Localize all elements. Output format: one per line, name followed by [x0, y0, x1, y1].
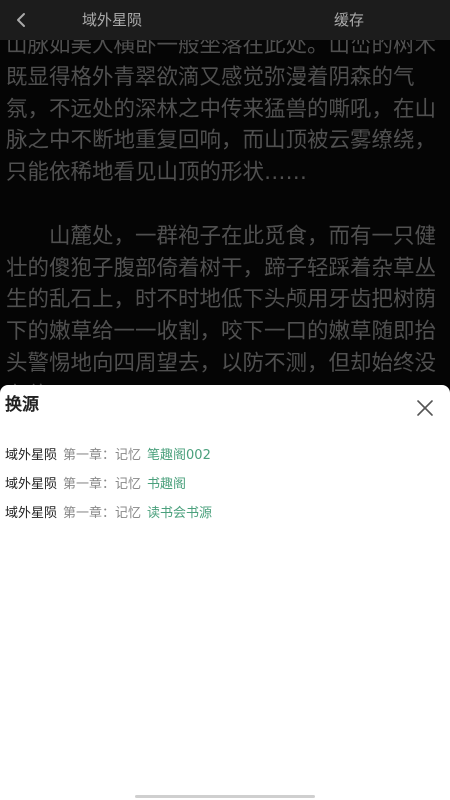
back-button[interactable]: [8, 6, 36, 34]
source-chapter: 第一章：记忆: [63, 506, 142, 521]
source-item[interactable]: 域外星陨 第一章：记忆 笔趣阁002: [5, 439, 445, 468]
paragraph: 山脉如美人横卧一般坐落在此处。山峦的树木既显得格外青翠欲滴又感觉弥漫着阴森的气氛…: [6, 40, 437, 186]
source-name: 笔趣阁002: [147, 448, 211, 463]
source-chapter: 第一章：记忆: [63, 477, 142, 492]
close-button[interactable]: [414, 397, 436, 419]
source-name: 读书会书源: [147, 506, 213, 521]
source-book-name: 域外星陨: [5, 506, 58, 521]
chevron-left-icon: [15, 11, 29, 29]
source-item[interactable]: 域外星陨 第一章：记忆 书趣阁: [5, 468, 445, 497]
sheet-title: 换源: [5, 395, 39, 415]
change-source-sheet: 换源 域外星陨 第一章：记忆 笔趣阁002 域外星陨 第一章：记忆 书趣阁 域外…: [0, 385, 450, 800]
reading-area[interactable]: 山脉如美人横卧一般坐落在此处。山峦的树木既显得格外青翠欲滴又感觉弥漫着阴森的气氛…: [0, 40, 450, 400]
source-book-name: 域外星陨: [5, 477, 58, 492]
source-list: 域外星陨 第一章：记忆 笔趣阁002 域外星陨 第一章：记忆 书趣阁 域外星陨 …: [5, 439, 445, 526]
home-indicator[interactable]: [135, 795, 315, 798]
top-bar: 域外星陨 缓存: [0, 0, 450, 40]
source-book-name: 域外星陨: [5, 448, 58, 463]
cache-button[interactable]: 缓存: [334, 10, 364, 30]
close-icon: [414, 397, 436, 419]
book-title: 域外星陨: [82, 11, 143, 29]
chapter-text: 山脉如美人横卧一般坐落在此处。山峦的树木既显得格外青翠欲滴又感觉弥漫着阴森的气氛…: [6, 40, 442, 400]
source-item[interactable]: 域外星陨 第一章：记忆 读书会书源: [5, 497, 445, 526]
source-name: 书趣阁: [147, 477, 187, 492]
source-chapter: 第一章：记忆: [63, 448, 142, 463]
paragraph: 山麓处，一群袍子在此觅食，而有一只健壮的傻狍子腹部倚着树干，蹄子轻踩着杂草丛生的…: [6, 223, 437, 400]
